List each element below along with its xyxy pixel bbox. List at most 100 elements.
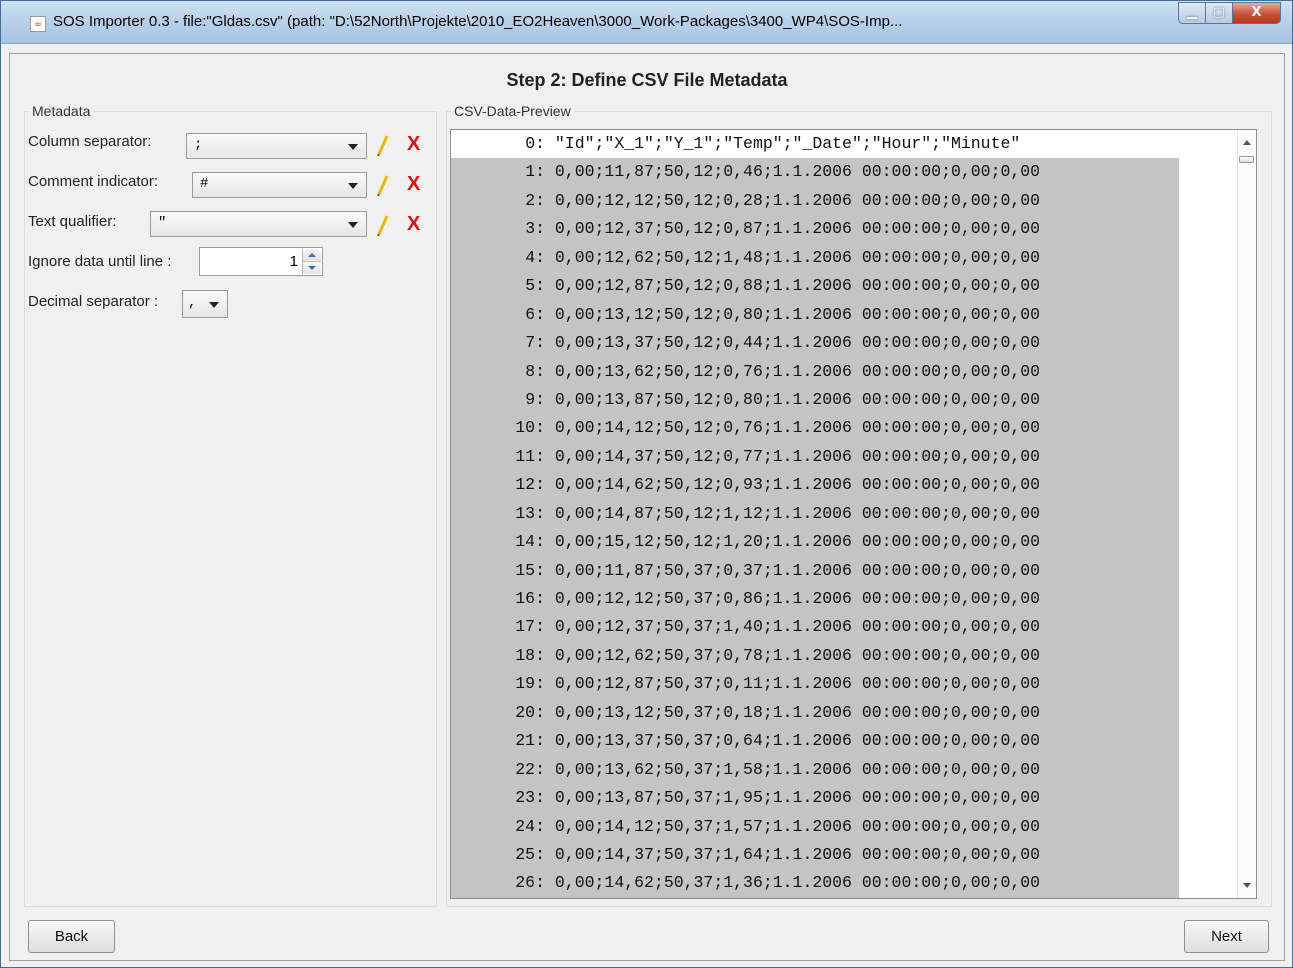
back-button[interactable]: Back bbox=[28, 920, 115, 953]
csv-preview-line: 17: 0,00;12,37;50,37;1,40;1.1.2006 00:00… bbox=[451, 613, 1179, 642]
spinner-up-button[interactable] bbox=[303, 249, 321, 262]
line-text: 0,00;13,62;50,12;0,76;1.1.2006 00:00:00;… bbox=[554, 361, 1041, 381]
ignore-until-label: Ignore data until line : bbox=[28, 253, 172, 270]
line-number: 0: bbox=[525, 134, 545, 153]
column-separator-label: Column separator: bbox=[28, 133, 152, 150]
ignore-until-value: 1 bbox=[289, 253, 298, 270]
java-cup-icon: ☕ bbox=[30, 16, 46, 32]
line-text: 0,00;12,12;50,12;0,28;1.1.2006 00:00:00;… bbox=[554, 190, 1041, 210]
line-text: 0,00;13,87;50,12;0,80;1.1.2006 00:00:00;… bbox=[554, 389, 1041, 409]
line-number: 17: bbox=[515, 617, 545, 637]
pencil-icon[interactable] bbox=[377, 214, 389, 236]
line-text: 0,00;13,62;50,37;1,58;1.1.2006 00:00:00;… bbox=[554, 759, 1041, 779]
csv-preview-line: 12: 0,00;14,62;50,12;0,93;1.1.2006 00:00… bbox=[451, 471, 1179, 500]
line-number: 6: bbox=[525, 304, 545, 324]
window-title: SOS Importer 0.3 - file:"Gldas.csv" (pat… bbox=[53, 13, 903, 30]
csv-preview-line: 4: 0,00;12,62;50,12;1,48;1.1.2006 00:00:… bbox=[451, 243, 1179, 273]
csv-preview-line: 8: 0,00;13,62;50,12;0,76;1.1.2006 00:00:… bbox=[451, 357, 1179, 386]
line-number: 23: bbox=[515, 788, 545, 808]
csv-preview-line: 18: 0,00;12,62;50,37;0,78;1.1.2006 00:00… bbox=[451, 641, 1179, 671]
line-text: 0,00;13,37;50,12;0,44;1.1.2006 00:00:00;… bbox=[554, 333, 1041, 353]
scroll-down-icon[interactable] bbox=[1243, 883, 1251, 888]
app-window: ☕ SOS Importer 0.3 - file:"Gldas.csv" (p… bbox=[0, 0, 1293, 968]
line-number: 7: bbox=[525, 333, 545, 353]
csv-preview-line: 5: 0,00;12,87;50,12;0,88;1.1.2006 00:00:… bbox=[451, 272, 1179, 301]
csv-preview-line: 0: "Id";"X_1";"Y_1";"Temp";"_Date";"Hour… bbox=[451, 130, 1179, 158]
line-number: 22: bbox=[515, 759, 545, 779]
csv-preview-line: 23: 0,00;13,87;50,37;1,95;1.1.2006 00:00… bbox=[451, 784, 1179, 813]
line-number: 10: bbox=[515, 418, 545, 438]
csv-preview-area[interactable]: 0: "Id";"X_1";"Y_1";"Temp";"_Date";"Hour… bbox=[450, 129, 1257, 899]
line-text: 0,00;13,12;50,37;0,18;1.1.2006 00:00:00;… bbox=[554, 702, 1041, 722]
spinner-down-button[interactable] bbox=[303, 262, 321, 274]
line-text: 0,00;12,37;50,12;0,87;1.1.2006 00:00:00;… bbox=[554, 219, 1041, 239]
arrow-up-icon bbox=[308, 253, 316, 257]
line-text: 0,00;12,87;50,37;0,11;1.1.2006 00:00:00;… bbox=[554, 674, 1041, 694]
line-text: 0,00;11,87;50,12;0,46;1.1.2006 00:00:00;… bbox=[554, 162, 1041, 182]
decimal-separator-label: Decimal separator : bbox=[28, 293, 159, 310]
line-text: 0,00;13,87;50,37;1,95;1.1.2006 00:00:00;… bbox=[554, 788, 1041, 808]
arrow-down-icon bbox=[308, 266, 316, 270]
csv-preview-line: 20: 0,00;13,12;50,37;0,18;1.1.2006 00:00… bbox=[451, 698, 1179, 728]
csv-preview-line: 1: 0,00;11,87;50,12;0,46;1.1.2006 00:00:… bbox=[451, 158, 1179, 187]
minimize-icon: ▁ bbox=[1187, 5, 1197, 20]
csv-preview-line: 3: 0,00;12,37;50,12;0,87;1.1.2006 00:00:… bbox=[451, 215, 1179, 244]
scroll-up-icon[interactable] bbox=[1243, 140, 1251, 145]
delete-column-separator-button[interactable]: X bbox=[407, 133, 420, 156]
decimal-separator-value: , bbox=[188, 295, 197, 311]
column-separator-value: ; bbox=[194, 137, 203, 153]
line-number: 18: bbox=[515, 645, 545, 665]
line-number: 3: bbox=[525, 219, 545, 239]
text-qualifier-label: Text qualifier: bbox=[28, 213, 117, 230]
text-qualifier-combo[interactable]: " bbox=[150, 211, 367, 237]
maximize-button[interactable]: ▢ bbox=[1206, 2, 1233, 24]
csv-preview-line: 24: 0,00;14,12;50,37;1,57;1.1.2006 00:00… bbox=[451, 812, 1179, 841]
pencil-icon[interactable] bbox=[377, 174, 389, 196]
line-number: 12: bbox=[515, 475, 545, 495]
next-button[interactable]: Next bbox=[1184, 920, 1269, 953]
column-separator-combo[interactable]: ; bbox=[186, 133, 367, 159]
delete-comment-indicator-button[interactable]: X bbox=[407, 173, 420, 196]
vertical-scrollbar[interactable] bbox=[1237, 130, 1256, 898]
line-text: 0,00;14,12;50,37;1,57;1.1.2006 00:00:00;… bbox=[554, 816, 1041, 836]
line-number: 11: bbox=[515, 446, 545, 466]
scrollbar-thumb[interactable] bbox=[1239, 156, 1254, 163]
line-text: 0,00;12,62;50,12;1,48;1.1.2006 00:00:00;… bbox=[554, 247, 1041, 267]
minimize-button[interactable]: ▁ bbox=[1178, 2, 1206, 24]
line-text: "Id";"X_1";"Y_1";"Temp";"_Date";"Hour";"… bbox=[554, 134, 1021, 153]
csv-preview-line: 26: 0,00;14,62;50,37;1,36;1.1.2006 00:00… bbox=[451, 869, 1179, 898]
line-number: 4: bbox=[525, 247, 545, 267]
window-controls: ▁ ▢ X bbox=[1178, 2, 1281, 24]
comment-indicator-label: Comment indicator: bbox=[28, 173, 159, 190]
decimal-separator-combo[interactable]: , bbox=[182, 290, 228, 318]
line-number: 1: bbox=[525, 162, 545, 182]
line-number: 26: bbox=[515, 873, 545, 893]
csv-preview-line: 7: 0,00;13,37;50,12;0,44;1.1.2006 00:00:… bbox=[451, 329, 1179, 358]
delete-text-qualifier-button[interactable]: X bbox=[407, 213, 420, 236]
line-text: 0,00;14,37;50,37;1,64;1.1.2006 00:00:00;… bbox=[554, 844, 1041, 864]
line-text: 0,00;12,37;50,37;1,40;1.1.2006 00:00:00;… bbox=[554, 617, 1041, 637]
close-button[interactable]: X bbox=[1233, 2, 1281, 24]
title-bar[interactable]: ☕ SOS Importer 0.3 - file:"Gldas.csv" (p… bbox=[1, 1, 1292, 44]
chevron-down-icon bbox=[348, 144, 358, 150]
csv-preview-line: 15: 0,00;11,87;50,37;0,37;1.1.2006 00:00… bbox=[451, 556, 1179, 585]
line-text: 0,00;13,12;50,12;0,80;1.1.2006 00:00:00;… bbox=[554, 304, 1041, 324]
csv-preview-line: 22: 0,00;13,62;50,37;1,58;1.1.2006 00:00… bbox=[451, 755, 1179, 785]
line-number: 21: bbox=[515, 731, 545, 751]
chevron-down-icon bbox=[348, 222, 358, 228]
pencil-icon[interactable] bbox=[377, 134, 389, 156]
line-text: 0,00;14,62;50,37;1,36;1.1.2006 00:00:00;… bbox=[554, 873, 1041, 893]
csv-preview-line: 11: 0,00;14,37;50,12;0,77;1.1.2006 00:00… bbox=[451, 442, 1179, 472]
line-text: 0,00;12,12;50,37;0,86;1.1.2006 00:00:00;… bbox=[554, 589, 1041, 608]
line-number: 24: bbox=[515, 816, 545, 836]
ignore-until-spinner[interactable]: 1 bbox=[199, 247, 323, 276]
csv-preview-line: 13: 0,00;14,87;50,12;1,12;1.1.2006 00:00… bbox=[451, 499, 1179, 529]
preview-group-label: CSV-Data-Preview bbox=[451, 103, 574, 119]
csv-preview-line: 25: 0,00;14,37;50,37;1,64;1.1.2006 00:00… bbox=[451, 840, 1179, 870]
csv-preview-line: 10: 0,00;14,12;50,12;0,76;1.1.2006 00:00… bbox=[451, 414, 1179, 443]
comment-indicator-combo[interactable]: # bbox=[192, 172, 367, 198]
line-number: 9: bbox=[525, 389, 545, 409]
line-number: 8: bbox=[525, 361, 545, 381]
csv-preview-line: 21: 0,00;13,37;50,37;0,64;1.1.2006 00:00… bbox=[451, 727, 1179, 756]
line-text: 0,00;12,62;50,37;0,78;1.1.2006 00:00:00;… bbox=[554, 645, 1041, 665]
